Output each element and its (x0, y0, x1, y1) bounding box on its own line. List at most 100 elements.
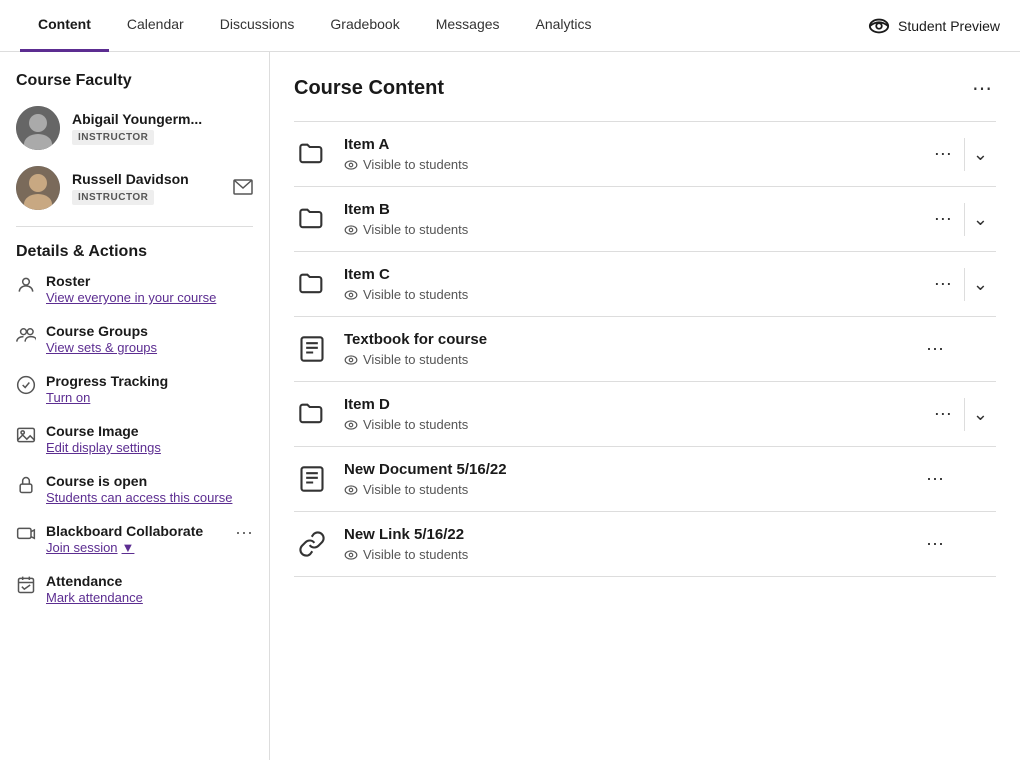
eye-icon (344, 418, 358, 432)
avatar-abigail (16, 106, 60, 150)
action-roster: Roster View everyone in your course (16, 273, 253, 305)
item-expand-button[interactable]: ⌄ (964, 203, 996, 236)
folder-icon (298, 140, 326, 168)
item-type-icon (294, 136, 330, 172)
item-name: Item A (344, 136, 912, 153)
item-more-button[interactable]: ⋯ (918, 528, 952, 561)
item-more-button[interactable]: ⋯ (926, 268, 960, 301)
eye-icon (344, 548, 358, 562)
item-expand-button[interactable]: ⌄ (964, 398, 996, 431)
tab-gradebook[interactable]: Gradebook (312, 0, 417, 52)
item-name: Item D (344, 396, 912, 413)
item-actions: ⋯ (918, 333, 996, 366)
content-item: Textbook for course Visible to students … (294, 317, 996, 382)
course-image-link[interactable]: Edit display settings (46, 440, 161, 455)
tab-content[interactable]: Content (20, 0, 109, 52)
student-preview-button[interactable]: Student Preview (868, 15, 1000, 37)
action-collaborate: Blackboard Collaborate Join session ▼ ⋯ (16, 523, 253, 555)
course-image-label: Course Image (46, 423, 161, 439)
collaborate-more-button[interactable]: ⋯ (235, 523, 253, 544)
instructor-abigail-name: Abigail Youngerm... (72, 111, 202, 127)
item-actions: ⋯ (918, 463, 996, 496)
content-area: Course Content ⋯ Item A Visible to stude… (270, 52, 1020, 760)
collaborate-link[interactable]: Join session ▼ (46, 540, 134, 555)
item-more-button[interactable]: ⋯ (926, 203, 960, 236)
folder-icon (298, 205, 326, 233)
content-item: New Document 5/16/22 Visible to students… (294, 447, 996, 512)
item-actions: ⋯ ⌄ (926, 268, 996, 301)
attendance-icon (16, 575, 36, 600)
instructor-abigail-role: INSTRUCTOR (72, 130, 154, 145)
eye-icon (344, 158, 358, 172)
item-expand-button[interactable]: ⌄ (964, 268, 996, 301)
action-attendance: Attendance Mark attendance (16, 573, 253, 605)
course-groups-link[interactable]: View sets & groups (46, 340, 157, 355)
attendance-link[interactable]: Mark attendance (46, 590, 143, 605)
main-layout: Course Faculty Abigail Youngerm... INSTR… (0, 52, 1020, 760)
mail-icon[interactable] (233, 179, 253, 198)
item-type-icon (294, 526, 330, 562)
course-open-label: Course is open (46, 473, 232, 489)
eye-icon (344, 223, 358, 237)
doc-icon (298, 335, 326, 363)
content-title: Course Content (294, 77, 444, 100)
item-type-icon (294, 266, 330, 302)
item-more-button[interactable]: ⋯ (926, 398, 960, 431)
roster-icon (16, 275, 36, 300)
folder-icon (298, 270, 326, 298)
tab-messages[interactable]: Messages (418, 0, 518, 52)
item-more-button[interactable]: ⋯ (926, 138, 960, 171)
action-course-open: Course is open Students can access this … (16, 473, 253, 505)
attendance-label: Attendance (46, 573, 143, 589)
eye-icon (344, 288, 358, 302)
item-visibility: Visible to students (344, 287, 912, 302)
eye-icon (344, 483, 358, 497)
collaborate-arrow-icon: ▼ (122, 540, 135, 555)
avatar-russell (16, 166, 60, 210)
link-icon (298, 530, 326, 558)
item-visibility: Visible to students (344, 417, 912, 432)
item-expand-button[interactable]: ⌄ (964, 138, 996, 171)
instructor-russell-name: Russell Davidson (72, 171, 221, 187)
content-more-button[interactable]: ⋯ (968, 72, 996, 105)
item-type-icon (294, 201, 330, 237)
item-type-icon (294, 396, 330, 432)
item-type-icon (294, 461, 330, 497)
instructor-russell-role: INSTRUCTOR (72, 190, 154, 205)
item-name: New Document 5/16/22 (344, 461, 904, 478)
content-item: Item B Visible to students ⋯ ⌄ (294, 187, 996, 252)
progress-tracking-label: Progress Tracking (46, 373, 168, 389)
content-item: Item D Visible to students ⋯ ⌄ (294, 382, 996, 447)
image-icon (16, 425, 36, 450)
doc-icon (298, 465, 326, 493)
item-actions: ⋯ ⌄ (926, 203, 996, 236)
tab-analytics[interactable]: Analytics (518, 0, 610, 52)
content-item: New Link 5/16/22 Visible to students ⋯ (294, 512, 996, 577)
item-more-button[interactable]: ⋯ (918, 333, 952, 366)
item-name: New Link 5/16/22 (344, 526, 904, 543)
folder-icon (298, 400, 326, 428)
content-item: Item C Visible to students ⋯ ⌄ (294, 252, 996, 317)
item-actions: ⋯ ⌄ (926, 138, 996, 171)
collaborate-label: Blackboard Collaborate (46, 523, 225, 539)
roster-link[interactable]: View everyone in your course (46, 290, 216, 305)
item-actions: ⋯ ⌄ (926, 398, 996, 431)
collaborate-icon (16, 525, 36, 550)
action-progress-tracking: Progress Tracking Turn on (16, 373, 253, 405)
item-name: Item B (344, 201, 912, 218)
course-open-link[interactable]: Students can access this course (46, 490, 232, 505)
content-item: Item A Visible to students ⋯ ⌄ (294, 122, 996, 187)
progress-tracking-link[interactable]: Turn on (46, 390, 90, 405)
progress-icon (16, 375, 36, 400)
item-visibility: Visible to students (344, 222, 912, 237)
faculty-divider (16, 226, 253, 227)
nav-tabs: Content Calendar Discussions Gradebook M… (20, 0, 610, 52)
item-name: Textbook for course (344, 331, 904, 348)
item-name: Item C (344, 266, 912, 283)
lock-icon (16, 475, 36, 500)
item-more-button[interactable]: ⋯ (918, 463, 952, 496)
roster-label: Roster (46, 273, 216, 289)
tab-calendar[interactable]: Calendar (109, 0, 202, 52)
tab-discussions[interactable]: Discussions (202, 0, 313, 52)
course-groups-label: Course Groups (46, 323, 157, 339)
